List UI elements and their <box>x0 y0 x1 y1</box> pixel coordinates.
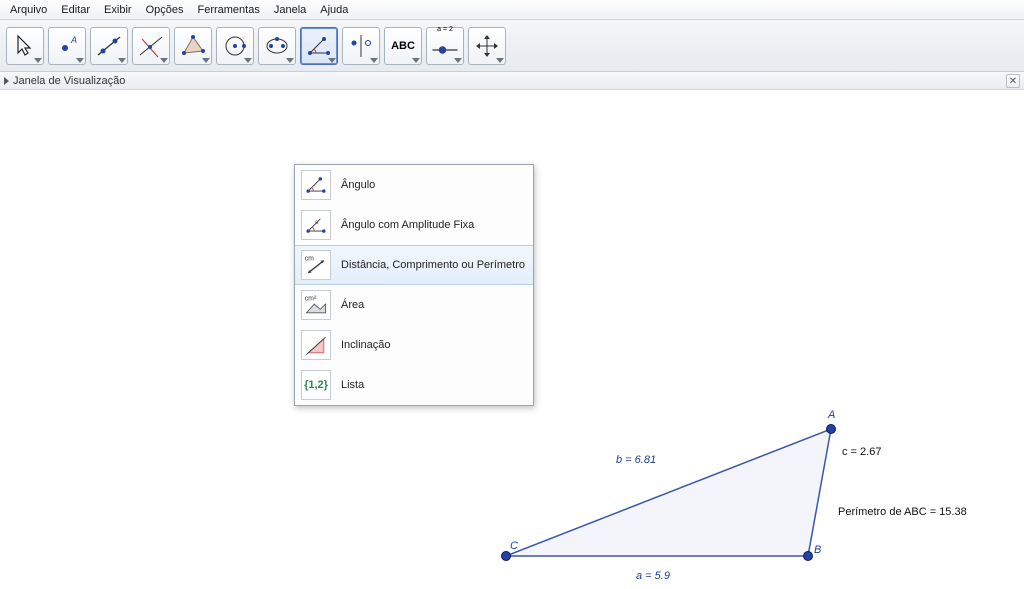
menu-exibir[interactable]: Exibir <box>100 2 136 18</box>
vertex-label-B: B <box>814 544 821 556</box>
graphics-panel-header: Janela de Visualização ✕ <box>0 72 1024 90</box>
chevron-down-icon <box>412 58 420 63</box>
menu-arquivo[interactable]: Arquivo <box>6 2 51 18</box>
angle-icon <box>304 31 334 61</box>
toolbar: A ABC a = 2 <box>0 20 1024 72</box>
dropdown-item-label: Ângulo <box>341 179 375 191</box>
dropdown-item-label: Lista <box>341 379 364 391</box>
menu-bar: Arquivo Editar Exibir Opções Ferramentas… <box>0 0 1024 20</box>
tool-line[interactable] <box>90 27 128 65</box>
vertex-label-A: A <box>828 409 835 421</box>
chevron-down-icon <box>202 58 210 63</box>
menu-opcoes[interactable]: Opções <box>142 2 188 18</box>
panel-close-button[interactable]: ✕ <box>1006 74 1020 88</box>
svg-text:A: A <box>70 35 77 45</box>
tool-circle[interactable] <box>216 27 254 65</box>
tool-slider[interactable]: a = 2 <box>426 27 464 65</box>
vertex-label-C: C <box>510 540 518 552</box>
slope-icon <box>301 330 331 360</box>
svg-text:cm²: cm² <box>305 296 317 303</box>
side-label-b: b = 6.81 <box>616 454 656 466</box>
angle-fixed-icon: α <box>301 210 331 240</box>
chevron-down-icon <box>118 58 126 63</box>
tool-point[interactable]: A <box>48 27 86 65</box>
chevron-down-icon <box>454 58 462 63</box>
distance-icon: cm <box>301 250 331 280</box>
menu-ferramentas[interactable]: Ferramentas <box>193 2 263 18</box>
tool-measure[interactable] <box>300 27 338 65</box>
panel-title: Janela de Visualização <box>13 75 125 87</box>
svg-text:α: α <box>315 220 319 226</box>
area-icon: cm² <box>301 290 331 320</box>
dropdown-item-distancia[interactable]: cm Distância, Comprimento ou Perímetro <box>295 245 533 285</box>
menu-ajuda[interactable]: Ajuda <box>316 2 352 18</box>
dropdown-item-label: Distância, Comprimento ou Perímetro <box>341 259 525 271</box>
chevron-down-icon <box>496 58 504 63</box>
cursor-icon <box>10 31 40 61</box>
graphics-view[interactable]: Ângulo α Ângulo com Amplitude Fixa cm Di… <box>0 90 1024 589</box>
chevron-down-icon <box>34 58 42 63</box>
side-label-c: c = 2.67 <box>842 446 881 458</box>
angle-icon <box>301 170 331 200</box>
dropdown-item-lista[interactable]: {1,2} Lista <box>295 365 533 405</box>
measure-tool-dropdown: Ângulo α Ângulo com Amplitude Fixa cm Di… <box>294 164 534 406</box>
tool-conic[interactable] <box>258 27 296 65</box>
point-icon: A <box>52 31 82 61</box>
chevron-down-icon <box>328 58 336 63</box>
menu-janela[interactable]: Janela <box>270 2 310 18</box>
dropdown-item-label: Inclinação <box>341 339 391 351</box>
perimeter-label: Perímetro de ABC = 15.38 <box>838 506 967 518</box>
chevron-down-icon <box>160 58 168 63</box>
dropdown-item-inclinacao[interactable]: Inclinação <box>295 325 533 365</box>
tool-text[interactable]: ABC <box>384 27 422 65</box>
tool-reflect[interactable] <box>342 27 380 65</box>
tool-move[interactable] <box>6 27 44 65</box>
tool-perpendicular[interactable] <box>132 27 170 65</box>
dropdown-item-label: Área <box>341 299 364 311</box>
polygon-icon <box>178 31 208 61</box>
svg-text:cm: cm <box>305 256 314 263</box>
tool-polygon[interactable] <box>174 27 212 65</box>
tool-move-view[interactable] <box>468 27 506 65</box>
expand-icon[interactable] <box>4 77 9 85</box>
dropdown-item-area[interactable]: cm² Área <box>295 285 533 325</box>
chevron-down-icon <box>370 58 378 63</box>
menu-editar[interactable]: Editar <box>57 2 94 18</box>
dropdown-item-angulo[interactable]: Ângulo <box>295 165 533 205</box>
move-view-icon <box>472 31 502 61</box>
circle-icon <box>220 31 250 61</box>
line-icon <box>94 31 124 61</box>
dropdown-item-label: Ângulo com Amplitude Fixa <box>341 219 474 231</box>
perpendicular-icon <box>136 31 166 61</box>
side-label-a: a = 5.9 <box>636 570 670 582</box>
chevron-down-icon <box>244 58 252 63</box>
ellipse-icon <box>262 31 292 61</box>
list-icon: {1,2} <box>301 370 331 400</box>
reflect-icon <box>346 31 376 61</box>
dropdown-item-angulo-amp[interactable]: α Ângulo com Amplitude Fixa <box>295 205 533 245</box>
text-icon: ABC <box>391 40 415 52</box>
chevron-down-icon <box>286 58 294 63</box>
chevron-down-icon <box>76 58 84 63</box>
